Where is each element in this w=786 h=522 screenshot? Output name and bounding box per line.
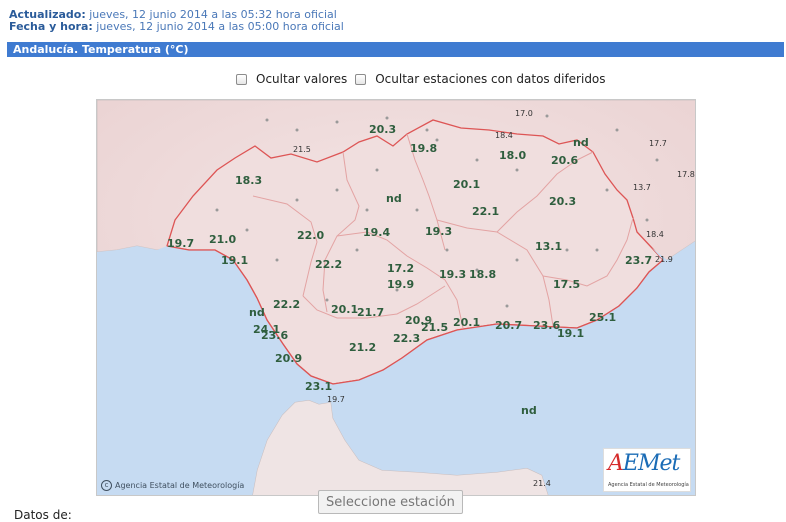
temperature-label: 17.8 xyxy=(677,170,695,179)
temperature-label: 18.8 xyxy=(469,268,496,281)
temperature-label: 21.2 xyxy=(349,341,376,354)
temperature-label: 19.1 xyxy=(221,254,248,267)
map-credit: c Agencia Estatal de Meteorología xyxy=(101,480,244,491)
hide-deferred-checkbox[interactable] xyxy=(355,73,367,85)
copyright-icon: c xyxy=(101,480,112,491)
temperature-label: 17.0 xyxy=(515,109,533,118)
temperature-label: nd xyxy=(386,192,402,205)
temperature-label: 18.3 xyxy=(235,174,262,187)
temperature-label: 22.1 xyxy=(472,205,499,218)
temperature-label: 18.4 xyxy=(646,230,664,239)
logo-subtitle: Agencia Estatal de Meteorología xyxy=(608,482,689,488)
page-title: Andalucía. Temperatura (°C) xyxy=(7,42,784,57)
temperature-label: 13.1 xyxy=(535,240,562,253)
temperature-label: 25.1 xyxy=(589,311,616,324)
temperature-label: 19.3 xyxy=(425,225,452,238)
temperature-label: 19.4 xyxy=(363,226,390,239)
temperature-label: 23.7 xyxy=(625,254,652,267)
temperature-label: 20.3 xyxy=(549,195,576,208)
temperature-label: 19.8 xyxy=(410,142,437,155)
temperature-label: 19.9 xyxy=(387,278,414,291)
temperature-label: nd xyxy=(573,136,589,149)
temperature-map[interactable]: 17.0 20.3 18.4 nd 17.7 21.5 19.8 18.0 20.6 13.7 17… xyxy=(96,99,696,496)
temperature-label: 21.4 xyxy=(533,479,551,488)
map-canvas: 17.0 20.3 18.4 nd 17.7 21.5 19.8 18.0 20.6 13.7 17… xyxy=(97,100,695,495)
temperature-label: 19.7 xyxy=(327,395,345,404)
temperature-label: 22.2 xyxy=(315,258,342,271)
temperature-label: 22.2 xyxy=(273,298,300,311)
aemet-logo: AEMet Agencia Estatal de Meteorología xyxy=(603,448,691,492)
logo-mark: AEMet xyxy=(608,451,680,476)
temperature-label: 20.6 xyxy=(551,154,578,167)
temperature-label: 20.1 xyxy=(453,178,480,191)
temperature-label: 23.6 xyxy=(261,329,288,342)
temperature-label: 18.4 xyxy=(495,131,513,140)
temperature-label: 17.5 xyxy=(553,278,580,291)
temperature-label: 20.7 xyxy=(495,319,522,332)
datetime-label: Fecha y hora: xyxy=(9,20,93,33)
temperature-label: 18.0 xyxy=(499,149,526,162)
temperature-label: 17.2 xyxy=(387,262,414,275)
datetime-line: Fecha y hora: jueves, 12 junio 2014 a la… xyxy=(9,21,344,33)
temperature-label: 21.9 xyxy=(655,255,673,264)
temperature-label: 19.7 xyxy=(167,237,194,250)
temperature-label: 22.3 xyxy=(393,332,420,345)
temperature-label: 17.7 xyxy=(649,139,667,148)
temperature-label: 23.1 xyxy=(305,380,332,393)
temperature-label: nd xyxy=(521,404,537,417)
temperature-label: nd xyxy=(249,306,265,319)
temperature-label: 22.0 xyxy=(297,229,324,242)
map-options: Ocultar valores Ocultar estaciones con d… xyxy=(236,72,614,86)
temperature-label: 21.5 xyxy=(421,321,448,334)
temperature-label: 21.5 xyxy=(293,145,311,154)
temperature-label: 13.7 xyxy=(633,183,651,192)
station-select[interactable]: Seleccione estación xyxy=(318,490,463,514)
hide-values-checkbox[interactable] xyxy=(236,73,247,85)
temperature-label: 19.1 xyxy=(557,327,584,340)
hide-deferred-label[interactable]: Ocultar estaciones con datos diferidos xyxy=(375,72,605,86)
credit-text: Agencia Estatal de Meteorología xyxy=(115,481,245,490)
temperature-label: 20.1 xyxy=(331,303,358,316)
temperature-label: 21.0 xyxy=(209,233,236,246)
temperature-label: 20.3 xyxy=(369,123,396,136)
temperature-label: 21.7 xyxy=(357,306,384,319)
datetime-value: jueves, 12 junio 2014 a las 05:00 hora o… xyxy=(96,20,344,33)
hide-values-label[interactable]: Ocultar valores xyxy=(256,72,347,86)
temperature-label: 20.9 xyxy=(275,352,302,365)
temperature-label: 19.3 xyxy=(439,268,466,281)
temperature-label: 20.1 xyxy=(453,316,480,329)
